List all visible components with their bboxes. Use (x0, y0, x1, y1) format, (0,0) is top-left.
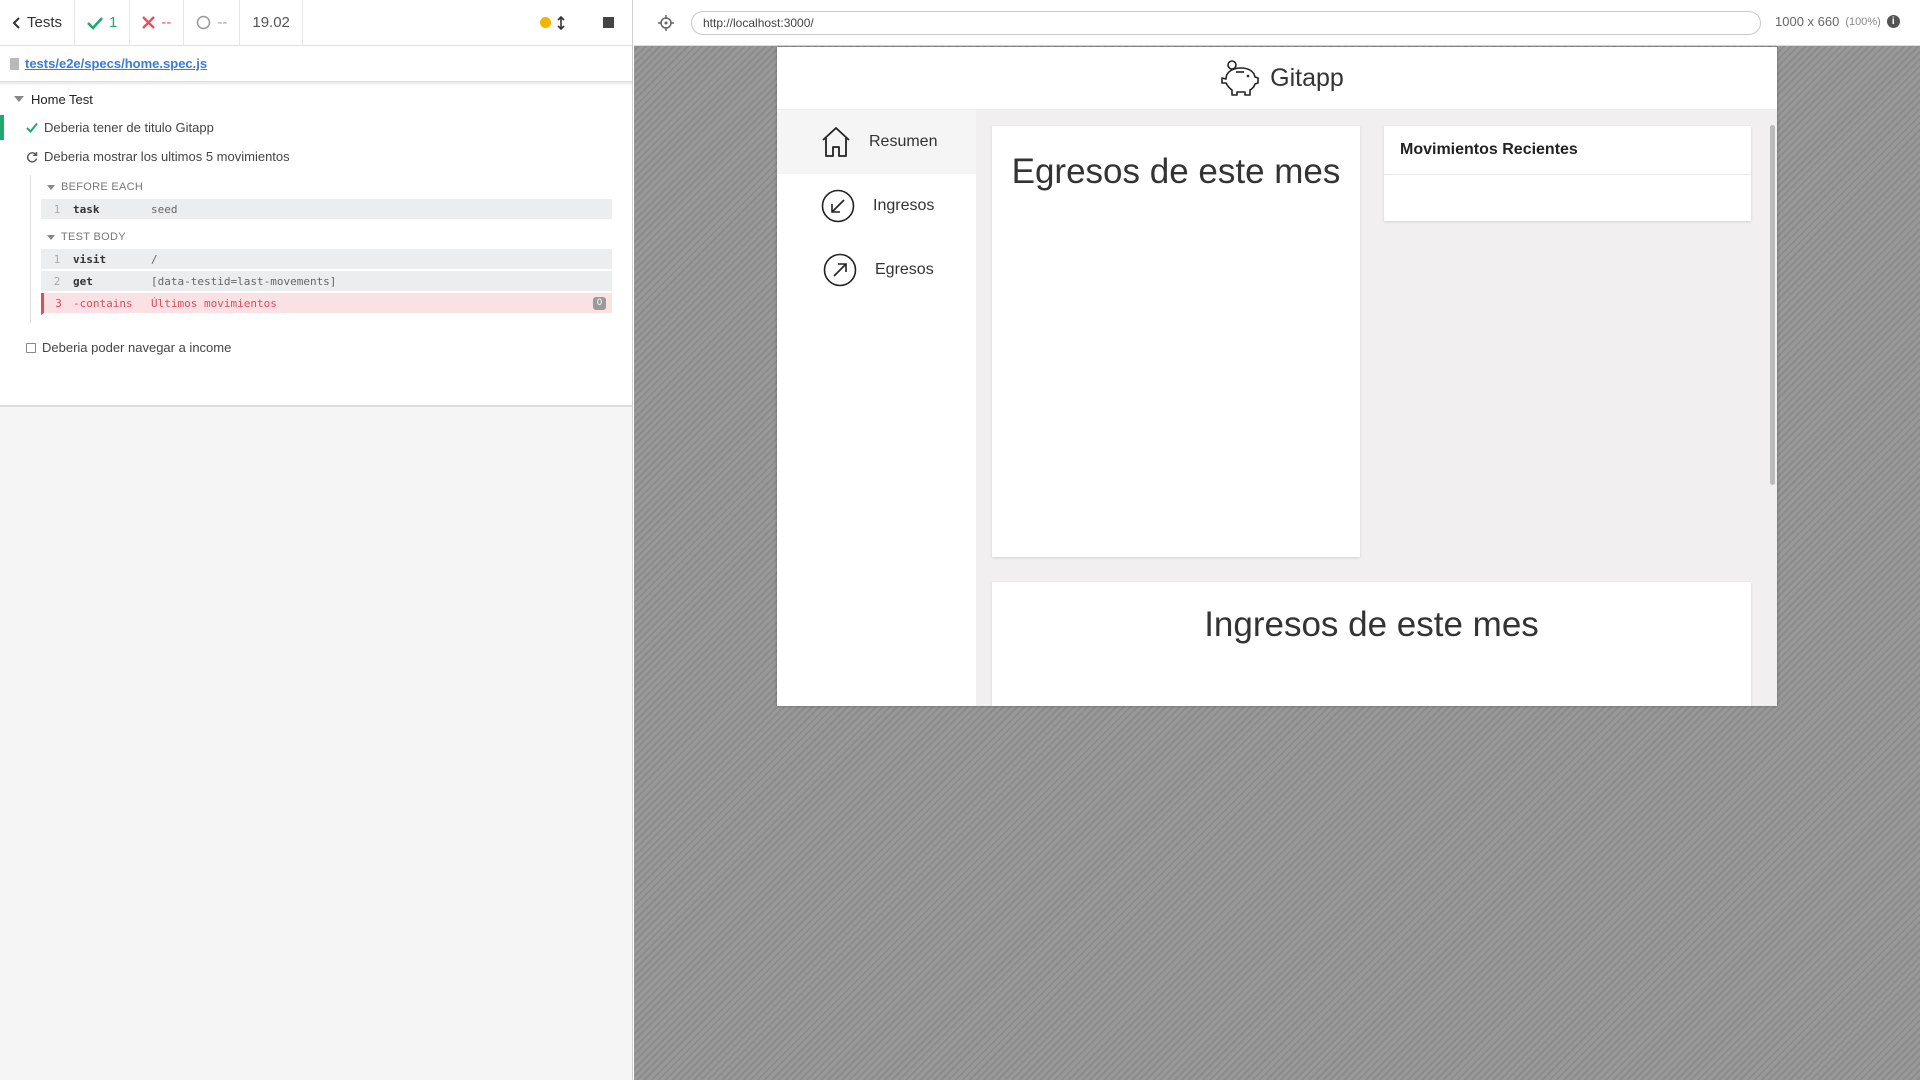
test-title: Deberia poder navegar a income (42, 340, 232, 355)
command-number: 2 (53, 274, 61, 288)
url-field[interactable]: http://localhost:3000/ (691, 11, 1761, 35)
pending-count-value: -- (217, 14, 228, 31)
auto-scroll-icon[interactable] (557, 15, 565, 30)
pending-count: -- (184, 0, 241, 46)
element-count-badge: 0 (593, 296, 606, 310)
nav-item-ingresos[interactable]: Ingresos (777, 174, 976, 238)
caret-down-icon (14, 96, 24, 102)
command-log: BEFORE EACH 1 task seed TEST BODY 1 visi… (30, 175, 612, 323)
nav-label: Resumen (869, 133, 938, 150)
selector-playground-icon[interactable] (658, 15, 674, 31)
passed-count: 1 (75, 0, 131, 46)
nav-label: Ingresos (873, 197, 935, 214)
caret-down-icon (47, 184, 55, 190)
test-title: Deberia tener de titulo Gitapp (44, 120, 214, 135)
command-name: get (73, 274, 93, 288)
command-number: 1 (53, 252, 61, 266)
movimientos-card: Movimientos Recientes (1384, 126, 1751, 221)
check-icon (87, 16, 103, 30)
hook-label: TEST BODY (61, 231, 126, 243)
viewport-size: 1000 x 660 (1775, 14, 1840, 29)
viewport-info: 1000 x 660 (100%) i (1775, 14, 1900, 29)
failed-count-value: -- (161, 14, 172, 31)
spec-file-link[interactable]: tests/e2e/specs/home.spec.js (25, 56, 207, 71)
aut-header: http://localhost:3000/ 1000 x 660 (100%)… (634, 0, 1920, 46)
reporter-header: Tests 1 -- -- 19.02 (0, 0, 632, 46)
test-title: Deberia mostrar los ultimos 5 movimiento… (44, 149, 290, 164)
command-number: 3 (55, 296, 62, 310)
arrow-down-left-icon (821, 189, 855, 223)
egresos-card: Egresos de este mes (992, 126, 1360, 557)
back-to-tests-button[interactable]: Tests (0, 0, 76, 46)
egresos-title: Egresos de este mes (1011, 152, 1341, 191)
test-row[interactable]: Deberia poder navegar a income (0, 333, 632, 362)
pending-square-icon (26, 342, 36, 353)
x-icon (142, 16, 156, 29)
test-row[interactable]: Deberia tener de titulo Gitapp (0, 113, 632, 142)
command-row-failed[interactable]: 3 -contains Últimos movimientos 0 (41, 293, 612, 315)
arrow-up-right-icon (823, 253, 857, 287)
hook-label: BEFORE EACH (61, 181, 144, 193)
command-name: task (73, 202, 100, 216)
hook-before-each[interactable]: BEFORE EACH (31, 175, 612, 199)
running-indicator (540, 15, 565, 30)
runnables-list: Home Test Deberia tener de titulo Gitapp… (0, 85, 632, 407)
tests-label: Tests (27, 14, 63, 31)
command-row[interactable]: 1 visit / (41, 249, 612, 271)
ingresos-title: Ingresos de este mes (1204, 605, 1539, 644)
ingresos-card: Ingresos de este mes (992, 582, 1751, 706)
caret-down-icon (47, 234, 55, 240)
info-icon[interactable]: i (1886, 15, 1900, 28)
suite-row[interactable]: Home Test (0, 85, 632, 113)
app-under-test-panel: http://localhost:3000/ 1000 x 660 (100%)… (634, 0, 1920, 1080)
chevron-left-icon (12, 16, 20, 29)
piggy-bank-icon (1221, 60, 1259, 96)
movimientos-title: Movimientos Recientes (1384, 126, 1751, 175)
home-icon (822, 127, 850, 157)
command-message: seed (151, 202, 178, 216)
stop-icon[interactable] (603, 17, 614, 28)
hook-test-body[interactable]: TEST BODY (31, 225, 612, 249)
nav-item-resumen[interactable]: Resumen (777, 110, 976, 174)
refresh-icon (26, 151, 38, 162)
viewport-zoom: (100%) (1845, 15, 1881, 28)
nav-label: Egresos (875, 261, 934, 278)
failed-count: -- (130, 0, 185, 46)
file-icon (10, 57, 19, 70)
command-message: Últimos movimientos (151, 296, 277, 310)
duration: 19.02 (240, 0, 303, 46)
nav-item-egresos[interactable]: Egresos (777, 238, 976, 302)
app-iframe: Gitapp Resumen Ingresos Egresos Egresos … (777, 47, 1777, 706)
passed-count-value: 1 (109, 14, 118, 31)
circle-icon (197, 15, 211, 30)
spec-file-bar: tests/e2e/specs/home.spec.js (0, 46, 632, 82)
app-sidebar: Resumen Ingresos Egresos (777, 110, 976, 706)
command-name: -contains (73, 296, 133, 310)
test-row[interactable]: Deberia mostrar los ultimos 5 movimiento… (0, 142, 632, 171)
command-row[interactable]: 1 task seed (41, 199, 612, 221)
reporter-panel: Tests 1 -- -- 19.02 tests/e2e/specs/home… (0, 0, 633, 1080)
app-scrollbar[interactable] (1770, 125, 1775, 485)
command-number: 1 (53, 202, 61, 216)
command-message: [data-testid=last-movements] (151, 274, 337, 288)
command-name: visit (73, 252, 107, 266)
command-row[interactable]: 2 get [data-testid=last-movements] (41, 271, 612, 293)
running-dot-icon (540, 17, 551, 28)
check-icon (26, 122, 38, 133)
app-title: Gitapp (1270, 63, 1344, 92)
app-header: Gitapp (777, 47, 1777, 110)
command-message: / (151, 252, 158, 266)
suite-title: Home Test (31, 91, 93, 107)
